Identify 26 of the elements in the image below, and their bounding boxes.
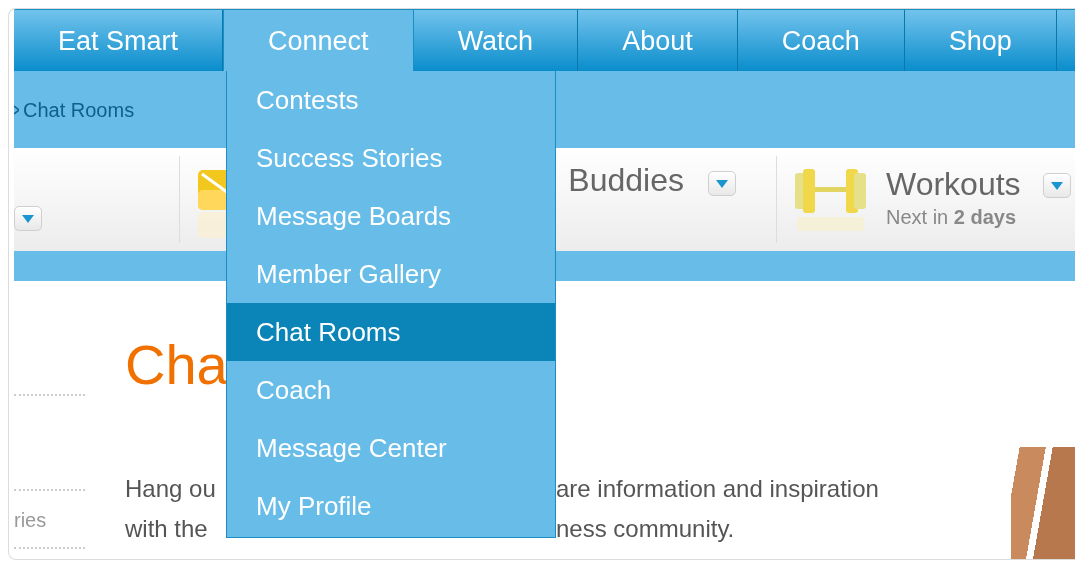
widget-title: Buddies	[568, 162, 684, 199]
menu-item[interactable]: Member Gallery	[227, 245, 555, 303]
widget-title: Workouts	[886, 166, 1021, 203]
caret-icon	[1050, 181, 1063, 190]
dropdown-button[interactable]	[708, 171, 736, 196]
dropdown-button[interactable]	[1042, 173, 1071, 198]
intro-text: Hang ou	[125, 474, 217, 504]
menu-item[interactable]: Message Center	[227, 419, 555, 477]
menu-item[interactable]: Message Boards	[227, 187, 555, 245]
dropdown-button[interactable]	[14, 206, 42, 231]
sidebar-link[interactable]: ries	[14, 509, 47, 531]
menu-item[interactable]: Contests	[227, 71, 555, 129]
nav-tab[interactable]: Connect	[223, 10, 414, 71]
intro-text: ness community.	[556, 514, 735, 544]
menu-item[interactable]: My Profile	[227, 477, 555, 535]
menu-item[interactable]: Coach	[227, 361, 555, 419]
intro-text: are information and inspiration	[556, 474, 879, 504]
caret-icon	[22, 214, 34, 223]
caret-icon	[716, 179, 728, 188]
intro-text: with the	[125, 514, 209, 544]
chevron-icon	[14, 104, 19, 115]
next-workout-text: Next in 2 days	[886, 205, 1018, 231]
breadcrumb-link[interactable]: Chat Rooms	[23, 94, 135, 125]
menu-item[interactable]: Chat Rooms	[227, 303, 555, 361]
menu-item[interactable]: Success Stories	[227, 129, 555, 187]
page-heading: Cha	[125, 333, 228, 397]
